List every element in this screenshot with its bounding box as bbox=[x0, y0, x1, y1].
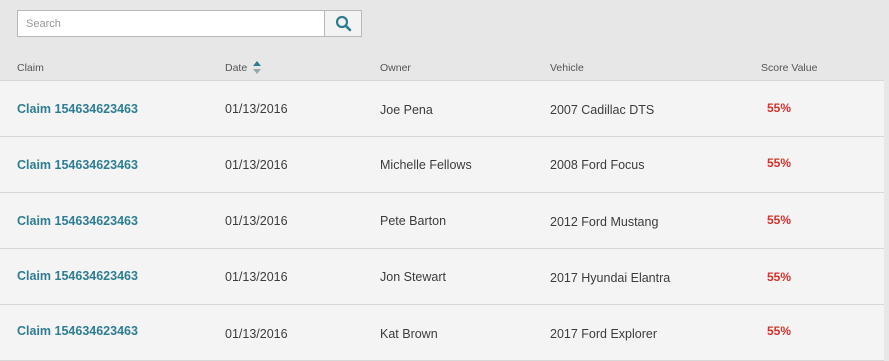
table-row[interactable]: Claim 154634623463 01/13/2016 Joe Pena 2… bbox=[0, 80, 884, 136]
vehicle-cell: 2017 Ford Explorer bbox=[550, 327, 658, 341]
column-header-vehicle[interactable]: Vehicle bbox=[550, 62, 584, 74]
date-cell: 01/13/2016 bbox=[225, 214, 288, 228]
vehicle-cell: 2007 Cadillac DTS bbox=[550, 103, 655, 117]
score-value: 55% bbox=[767, 270, 792, 284]
owner-cell: Michelle Fellows bbox=[380, 158, 472, 172]
column-header-owner-label: Owner bbox=[380, 62, 411, 74]
column-header-date-label: Date bbox=[225, 61, 248, 74]
claims-table: Claim 154634623463 01/13/2016 Joe Pena 2… bbox=[0, 80, 884, 361]
date-cell: 01/13/2016 bbox=[225, 327, 288, 341]
claim-link[interactable]: Claim 154634623463 bbox=[17, 269, 138, 283]
table-row[interactable]: Claim 154634623463 01/13/2016 Pete Barto… bbox=[0, 192, 884, 248]
search-icon bbox=[335, 15, 351, 32]
claim-link[interactable]: Claim 154634623463 bbox=[17, 158, 138, 172]
date-cell: 01/13/2016 bbox=[225, 102, 288, 116]
score-value: 55% bbox=[767, 213, 792, 227]
score-value: 55% bbox=[767, 156, 792, 170]
column-header-claim[interactable]: Claim bbox=[17, 62, 44, 74]
search-button[interactable] bbox=[324, 10, 362, 37]
score-value: 55% bbox=[767, 324, 792, 338]
column-header-date[interactable]: Date bbox=[225, 61, 262, 74]
score-value: 55% bbox=[767, 101, 792, 115]
date-cell: 01/13/2016 bbox=[225, 158, 288, 172]
claim-link[interactable]: Claim 154634623463 bbox=[17, 214, 138, 228]
date-cell: 01/13/2016 bbox=[225, 270, 288, 284]
vehicle-cell: 2008 Ford Focus bbox=[550, 158, 645, 172]
claim-link[interactable]: Claim 154634623463 bbox=[17, 102, 138, 116]
column-header-score[interactable]: Score Value bbox=[761, 62, 817, 74]
search-bar bbox=[17, 10, 362, 37]
search-input[interactable] bbox=[17, 10, 324, 37]
table-row[interactable]: Claim 154634623463 01/13/2016 Jon Stewar… bbox=[0, 248, 884, 304]
owner-cell: Jon Stewart bbox=[380, 270, 447, 284]
column-header-owner[interactable]: Owner bbox=[380, 62, 411, 74]
vehicle-cell: 2012 Ford Mustang bbox=[550, 215, 659, 229]
table-row[interactable]: Claim 154634623463 01/13/2016 Michelle F… bbox=[0, 136, 884, 192]
column-header-score-label: Score Value bbox=[761, 62, 818, 74]
claim-link[interactable]: Claim 154634623463 bbox=[17, 324, 138, 338]
column-header-claim-label: Claim bbox=[17, 62, 44, 74]
owner-cell: Kat Brown bbox=[380, 327, 438, 341]
owner-cell: Joe Pena bbox=[380, 103, 433, 117]
column-header-vehicle-label: Vehicle bbox=[550, 62, 584, 74]
owner-cell: Pete Barton bbox=[380, 214, 447, 228]
vehicle-cell: 2017 Hyundai Elantra bbox=[550, 271, 671, 285]
scroll-edge bbox=[884, 0, 889, 360]
table-row[interactable]: Claim 154634623463 01/13/2016 Kat Brown … bbox=[0, 304, 884, 361]
sort-ascending-icon[interactable] bbox=[253, 61, 262, 74]
